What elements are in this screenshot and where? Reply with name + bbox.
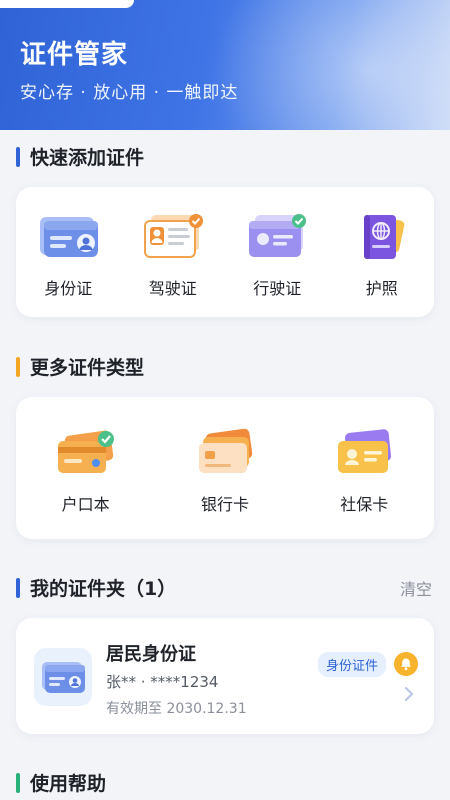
header-glow xyxy=(210,0,450,130)
section-title-text: 使用帮助 xyxy=(30,773,107,795)
quick-add-driver-license[interactable]: 驾驶证 xyxy=(128,211,218,299)
reminder-bell-button[interactable] xyxy=(394,652,418,676)
more-type-bank-card[interactable]: 银行卡 xyxy=(180,427,270,515)
section-title-text: 我的证件夹（1） xyxy=(30,578,177,600)
vehicle-license-icon xyxy=(249,214,307,257)
section-title-text: 更多证件类型 xyxy=(30,357,145,379)
more-type-household-register[interactable]: 户口本 xyxy=(41,427,131,515)
section-title-text: 快速添加证件 xyxy=(30,147,145,169)
clear-button[interactable]: 清空 xyxy=(400,576,432,600)
tile-label: 驾驶证 xyxy=(148,279,197,298)
bank-card-icon xyxy=(198,428,253,473)
section-title-help: 使用帮助 xyxy=(16,769,106,796)
household-register-icon xyxy=(57,430,114,473)
section-title-more-types: 更多证件类型 xyxy=(16,353,144,380)
document-name: 居民身份证 xyxy=(106,644,196,665)
quick-add-vehicle-license[interactable]: 行驶证 xyxy=(232,211,322,299)
section-title-wallet: 我的证件夹（1） xyxy=(16,574,176,601)
document-thumbnail xyxy=(34,648,92,706)
tile-label: 社保卡 xyxy=(340,495,389,514)
quick-add-id-card[interactable]: 身份证 xyxy=(23,211,113,299)
bell-icon xyxy=(401,658,411,671)
tile-label: 护照 xyxy=(365,279,398,298)
id-card-icon xyxy=(40,217,99,257)
section-accent-bar xyxy=(16,772,20,793)
tile-label: 银行卡 xyxy=(200,495,249,514)
app-title: 证件管家 xyxy=(20,40,129,70)
app-header: 证件管家 安心存 · 放心用 · 一触即达 xyxy=(0,0,450,130)
document-type-badge: 身份证件 xyxy=(317,652,386,677)
section-accent-bar xyxy=(16,146,20,167)
more-type-social-security-card[interactable]: 社保卡 xyxy=(319,427,409,515)
app-subtitle: 安心存 · 放心用 · 一触即达 xyxy=(20,83,239,103)
driver-license-icon xyxy=(143,214,203,258)
status-bar-shape xyxy=(0,0,134,8)
quick-add-card: 身份证 驾驶证 行驶证 护照 xyxy=(16,187,434,317)
passport-icon xyxy=(363,215,405,259)
tile-label: 行驶证 xyxy=(253,279,302,298)
document-card[interactable]: 居民身份证 张** · ****1234 有效期至 2030.12.31 身份证… xyxy=(16,618,434,734)
document-expiry: 有效期至 2030.12.31 xyxy=(106,701,247,717)
social-security-card-icon xyxy=(338,429,392,473)
section-accent-bar xyxy=(16,356,20,377)
document-number: 张** · ****1234 xyxy=(106,673,219,691)
section-accent-bar xyxy=(16,577,20,598)
chevron-right-icon[interactable] xyxy=(404,686,414,702)
id-card-icon xyxy=(42,662,85,693)
quick-add-passport[interactable]: 护照 xyxy=(337,211,427,299)
more-types-card: 户口本 银行卡 社保卡 xyxy=(16,397,434,539)
section-title-quick-add: 快速添加证件 xyxy=(16,143,144,170)
tile-label: 身份证 xyxy=(44,279,93,298)
tile-label: 户口本 xyxy=(61,495,110,514)
